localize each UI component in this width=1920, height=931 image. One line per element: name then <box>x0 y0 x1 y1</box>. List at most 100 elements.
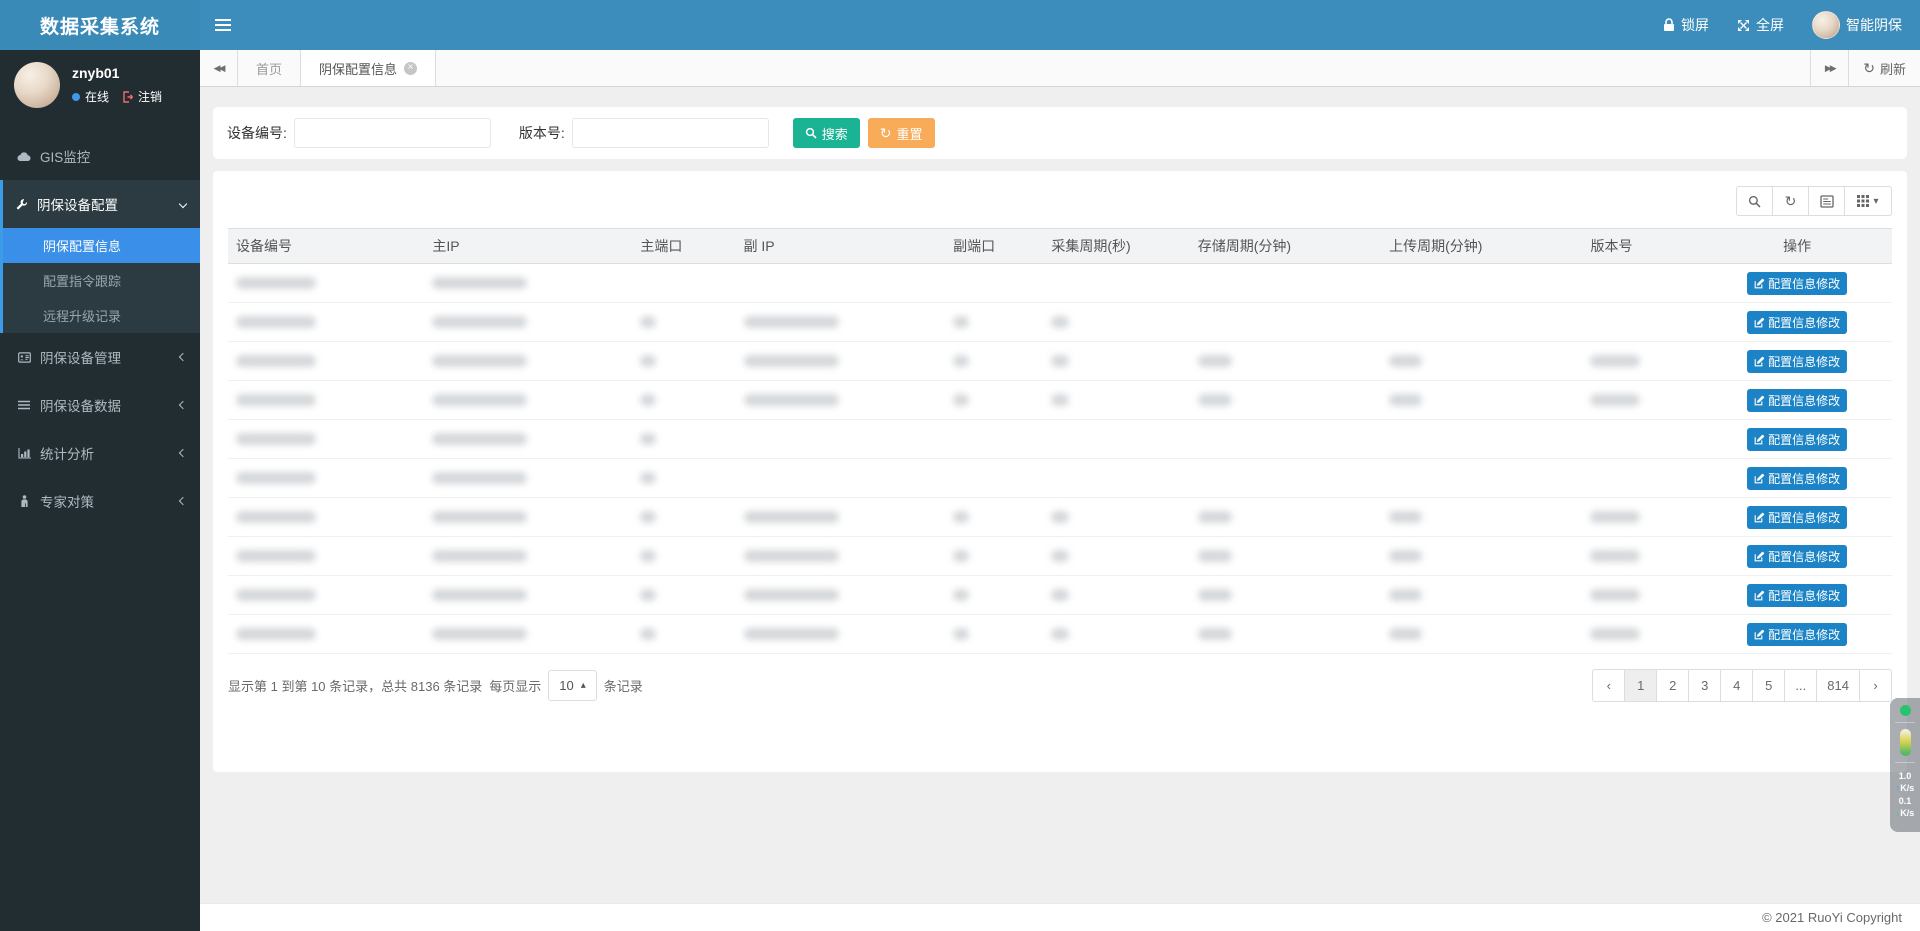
redacted-value <box>236 511 316 523</box>
online-status-label: 在线 <box>85 88 109 105</box>
page-button-3[interactable]: 3 <box>1688 669 1721 702</box>
redacted-value <box>1389 355 1422 367</box>
search-button[interactable]: 搜索 <box>793 118 860 148</box>
redacted-value <box>236 628 316 640</box>
modify-config-button[interactable]: 配置信息修改 <box>1747 311 1847 334</box>
version-input[interactable] <box>572 118 769 148</box>
table-cell <box>1381 459 1582 498</box>
sidebar-item-gis-monitor[interactable]: GIS监控 <box>0 132 200 180</box>
reset-button-label: 重置 <box>897 124 923 143</box>
sidebar-item-label: GIS监控 <box>40 146 90 166</box>
page-ellipsis-button[interactable]: ... <box>1784 669 1817 702</box>
table-cell <box>945 537 1043 576</box>
page-button-1[interactable]: 1 <box>1624 669 1657 702</box>
table-cell <box>1381 576 1582 615</box>
action-cell: 配置信息修改 <box>1702 264 1892 303</box>
redacted-value <box>236 277 316 289</box>
lock-screen-label: 锁屏 <box>1681 15 1709 35</box>
tab-home[interactable]: 首页 <box>238 50 301 86</box>
redacted-value <box>744 355 839 367</box>
table-panel: ↻ <box>213 171 1907 772</box>
table-cell <box>632 342 735 381</box>
fullscreen-button[interactable]: 全屏 <box>1737 15 1784 35</box>
redacted-value <box>1389 628 1422 640</box>
net-speed-widget[interactable]: 1.0 ↑K/s 0.1 ↓K/s <box>1890 698 1920 832</box>
page-button-4[interactable]: 4 <box>1720 669 1753 702</box>
sidebar-item-expert-advice[interactable]: 专家对策 <box>0 477 200 525</box>
logout-button[interactable]: 注销 <box>122 88 162 105</box>
table-cell <box>1381 537 1582 576</box>
modify-config-label: 配置信息修改 <box>1768 275 1840 292</box>
prev-page-button[interactable]: ‹ <box>1592 669 1625 702</box>
redacted-value <box>1051 511 1069 523</box>
show-search-button[interactable] <box>1736 186 1773 216</box>
redacted-value <box>432 355 527 367</box>
table-cell <box>736 576 946 615</box>
lock-screen-button[interactable]: 锁屏 <box>1663 15 1709 35</box>
device-id-input[interactable] <box>294 118 491 148</box>
table-cell <box>1582 342 1702 381</box>
redacted-value <box>432 628 527 640</box>
table-cell <box>1190 420 1381 459</box>
table-cell <box>424 342 632 381</box>
reset-button[interactable]: ↻ 重置 <box>868 118 935 148</box>
modify-config-button[interactable]: 配置信息修改 <box>1747 428 1847 451</box>
modify-config-button[interactable]: 配置信息修改 <box>1747 545 1847 568</box>
modify-config-button[interactable]: 配置信息修改 <box>1747 506 1847 529</box>
tab-config-info[interactable]: 阴保配置信息 <box>301 50 436 86</box>
tabs-scroll-left-button[interactable]: ◀◀ <box>200 50 238 86</box>
sidebar-item-config-info[interactable]: 阴保配置信息 <box>3 228 200 263</box>
table-cell <box>632 576 735 615</box>
modify-config-button[interactable]: 配置信息修改 <box>1747 272 1847 295</box>
modify-config-button[interactable]: 配置信息修改 <box>1747 467 1847 490</box>
edit-icon <box>1754 356 1765 367</box>
modify-config-button[interactable]: 配置信息修改 <box>1747 350 1847 373</box>
table-cell <box>1381 420 1582 459</box>
sidebar-item-device-config[interactable]: 阴保设备配置 <box>3 180 200 228</box>
account-label: 智能阴保 <box>1846 15 1902 35</box>
modify-config-button[interactable]: 配置信息修改 <box>1747 584 1847 607</box>
table-cell <box>1043 498 1189 537</box>
sidebar-toggle-button[interactable] <box>200 0 246 50</box>
table-row: 配置信息修改 <box>228 420 1892 459</box>
sidebar-item-statistics[interactable]: 统计分析 <box>0 429 200 477</box>
download-speed: 0.1 ↓K/s <box>1896 796 1915 819</box>
table-cell <box>1582 537 1702 576</box>
page-button-814[interactable]: 814 <box>1816 669 1860 702</box>
tabs-scroll-right-button[interactable]: ▶▶ <box>1810 50 1848 86</box>
app-logo[interactable]: 数据采集系统 <box>0 0 200 50</box>
table-cell <box>736 381 946 420</box>
page-button-2[interactable]: 2 <box>1656 669 1689 702</box>
modify-config-button[interactable]: 配置信息修改 <box>1747 389 1847 412</box>
redacted-value <box>1198 589 1232 601</box>
tab-bar: ◀◀ 首页 阴保配置信息 ▶▶ ↻ 刷新 <box>200 50 1920 87</box>
table-cell <box>632 459 735 498</box>
refresh-tab-button[interactable]: ↻ 刷新 <box>1848 50 1920 86</box>
redacted-value <box>1198 628 1232 640</box>
modify-config-label: 配置信息修改 <box>1768 470 1840 487</box>
table-cell <box>945 381 1043 420</box>
modify-config-button[interactable]: 配置信息修改 <box>1747 623 1847 646</box>
sidebar-item-device-manage[interactable]: 阴保设备管理 <box>0 333 200 381</box>
sidebar-item-device-data[interactable]: 阴保设备数据 <box>0 381 200 429</box>
close-icon[interactable] <box>404 62 417 75</box>
table-cell <box>632 420 735 459</box>
lock-icon <box>1663 18 1675 32</box>
account-menu[interactable]: 智能阴保 <box>1812 11 1902 39</box>
columns-dropdown-button[interactable] <box>1844 186 1892 216</box>
modify-config-label: 配置信息修改 <box>1768 509 1840 526</box>
redacted-value <box>432 472 527 484</box>
table-cell <box>424 459 632 498</box>
redacted-value <box>1590 355 1640 367</box>
refresh-table-button[interactable]: ↻ <box>1772 186 1809 216</box>
redacted-value <box>1051 394 1069 406</box>
sidebar-item-command-trace[interactable]: 配置指令跟踪 <box>3 263 200 298</box>
table-cell <box>228 381 424 420</box>
redacted-value <box>432 511 527 523</box>
table-cell <box>945 303 1043 342</box>
page-button-5[interactable]: 5 <box>1752 669 1785 702</box>
detail-view-button[interactable] <box>1808 186 1845 216</box>
sidebar-item-remote-upgrade[interactable]: 远程升级记录 <box>3 298 200 333</box>
page-size-select[interactable]: 10 <box>548 670 597 701</box>
next-page-button[interactable]: › <box>1859 669 1892 702</box>
